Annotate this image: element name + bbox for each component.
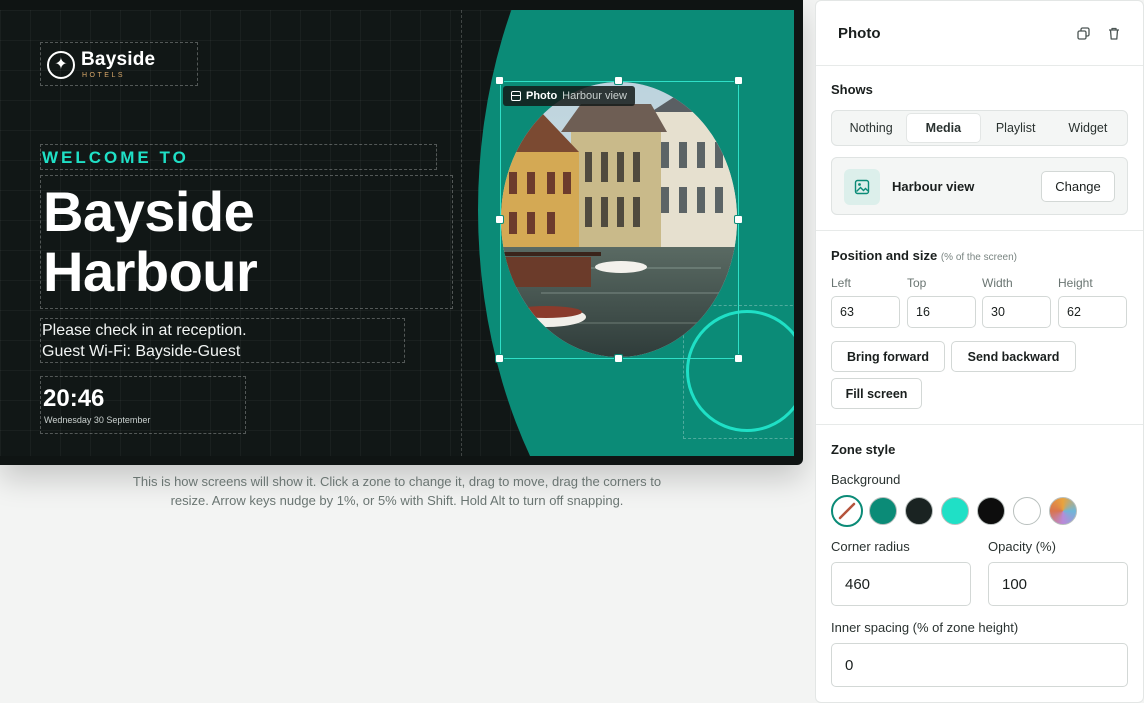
swatch-custom-color[interactable] — [1049, 497, 1077, 525]
inner-spacing-input[interactable]: 0 — [831, 643, 1128, 687]
opacity-label: Opacity (%) — [988, 539, 1056, 554]
width-input[interactable]: 30 — [982, 296, 1051, 328]
fill-screen-button[interactable]: Fill screen — [831, 378, 922, 409]
resize-handle-left[interactable] — [495, 215, 504, 224]
position-title: Position and size (% of the screen) — [831, 248, 1017, 263]
swatch-none[interactable] — [831, 495, 863, 527]
height-input[interactable]: 62 — [1058, 296, 1127, 328]
corner-radius-input[interactable]: 460 — [831, 562, 971, 606]
message-zone[interactable]: Please check in at reception. Guest Wi-F… — [40, 318, 405, 363]
clock-time: 20:46 — [43, 385, 105, 412]
clock-zone[interactable]: 20:46 Wednesday 30 September — [40, 376, 246, 434]
resize-handle-top-right[interactable] — [734, 76, 743, 85]
resize-handle-right[interactable] — [734, 215, 743, 224]
zone-tag: Photo Harbour view — [503, 86, 635, 106]
welcome-text: WELCOME TO — [42, 148, 189, 167]
properties-panel: Photo Shows Nothing Media Playlist Widge… — [815, 0, 1144, 703]
image-icon — [844, 169, 880, 205]
swatch-bright-teal[interactable] — [941, 497, 969, 525]
clock-date: Wednesday 30 September — [44, 415, 151, 425]
screen-preview: ✦ Bayside HOTELS WELCOME TO Bayside Harb… — [0, 0, 803, 465]
media-card: Harbour view Change — [831, 157, 1128, 215]
shows-option-media[interactable]: Media — [907, 114, 980, 142]
resize-handle-bottom-left[interactable] — [495, 354, 504, 363]
shows-section: Shows Nothing Media Playlist Widget Harb… — [816, 66, 1143, 231]
inner-spacing-label: Inner spacing (% of zone height) — [831, 620, 1019, 635]
shows-option-nothing[interactable]: Nothing — [835, 114, 907, 142]
welcome-zone[interactable]: WELCOME TO — [40, 144, 437, 170]
title-line-2: Harbour — [43, 240, 258, 303]
title-line-1: Bayside — [43, 180, 255, 243]
send-backward-button[interactable]: Send backward — [951, 341, 1076, 372]
shows-title: Shows — [831, 82, 873, 97]
title-zone[interactable]: Bayside Harbour — [40, 175, 453, 309]
swatch-white[interactable] — [1013, 497, 1041, 525]
swatch-black[interactable] — [977, 497, 1005, 525]
zone-tag-type: Photo — [526, 90, 558, 102]
helper-text: This is how screens will show it. Click … — [112, 472, 682, 510]
zone-style-title: Zone style — [831, 442, 896, 457]
width-label: Width — [982, 276, 1013, 290]
swatch-dark-slate[interactable] — [905, 497, 933, 525]
position-section: Position and size (% of the screen) Left… — [816, 231, 1143, 425]
resize-handle-top[interactable] — [614, 76, 623, 85]
message-line-1: Please check in at reception. — [42, 322, 247, 339]
top-label: Top — [907, 276, 927, 290]
bring-forward-button[interactable]: Bring forward — [831, 341, 945, 372]
layout-icon — [511, 91, 521, 101]
corner-radius-label: Corner radius — [831, 539, 910, 554]
position-hint: (% of the screen) — [940, 252, 1017, 263]
swatch-teal[interactable] — [869, 497, 897, 525]
snap-guide-line — [461, 10, 462, 456]
photo-zone-selected[interactable] — [500, 81, 739, 359]
shows-option-widget[interactable]: Widget — [1052, 114, 1124, 142]
resize-handle-top-left[interactable] — [495, 76, 504, 85]
duplicate-icon[interactable] — [1075, 25, 1091, 41]
shows-option-playlist[interactable]: Playlist — [980, 114, 1052, 142]
logo-name: Bayside — [81, 49, 156, 70]
harbour-photo — [501, 82, 737, 357]
opacity-input[interactable]: 100 — [988, 562, 1128, 606]
message-line-2: Guest Wi-Fi: Bayside-Guest — [42, 343, 241, 360]
trash-icon[interactable] — [1106, 25, 1122, 41]
shows-segmented-control: Nothing Media Playlist Widget — [831, 110, 1128, 146]
position-title-text: Position and size — [831, 248, 938, 263]
media-name: Harbour view — [892, 179, 975, 194]
left-label: Left — [831, 276, 852, 290]
zone-tag-name: Harbour view — [562, 90, 627, 102]
helper-text-line-2: resize. Arrow keys nudge by 1%, or 5% wi… — [170, 493, 624, 508]
screen-canvas[interactable]: ✦ Bayside HOTELS WELCOME TO Bayside Harb… — [0, 10, 794, 456]
left-input[interactable]: 63 — [831, 296, 900, 328]
change-media-button[interactable]: Change — [1041, 171, 1115, 202]
resize-handle-bottom-right[interactable] — [734, 354, 743, 363]
background-label: Background — [831, 472, 901, 487]
compass-star-icon: ✦ — [47, 51, 75, 79]
top-input[interactable]: 16 — [907, 296, 976, 328]
height-label: Height — [1058, 276, 1093, 290]
helper-text-line-1: This is how screens will show it. Click … — [132, 474, 662, 489]
panel-header: Photo — [816, 1, 1143, 66]
logo-subtitle: HOTELS — [82, 72, 126, 79]
logo-zone[interactable]: ✦ Bayside HOTELS — [40, 42, 198, 86]
resize-handle-bottom[interactable] — [614, 354, 623, 363]
panel-title: Photo — [838, 25, 881, 42]
